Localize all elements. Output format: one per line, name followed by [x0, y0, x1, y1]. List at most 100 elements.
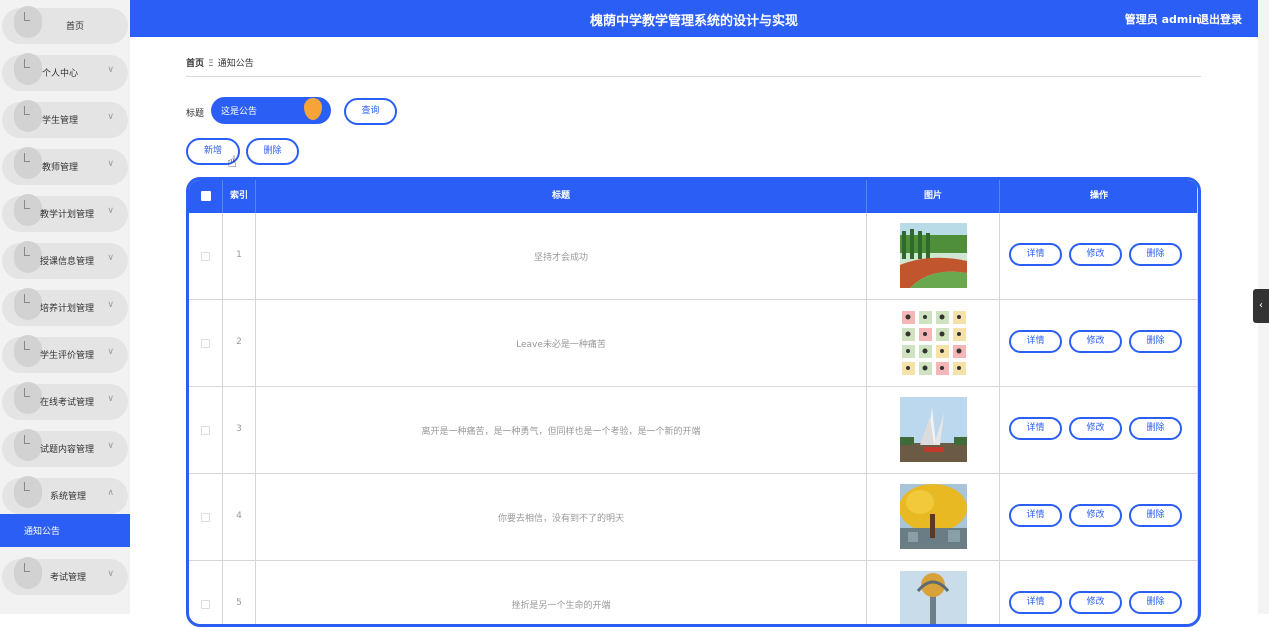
chevron-down-icon: ∨	[107, 394, 114, 404]
breadcrumb-current: 通知公告	[217, 59, 254, 69]
divider	[186, 76, 1201, 77]
search-label: 标题	[186, 109, 205, 119]
batch-delete-button[interactable]: 删除	[246, 138, 299, 165]
menu-icon	[14, 241, 42, 273]
row-index: 2	[236, 337, 242, 347]
menu-icon	[14, 476, 42, 508]
row-checkbox[interactable]	[201, 600, 210, 609]
select-all-checkbox[interactable]	[201, 191, 211, 201]
delete-button[interactable]: 删除	[1129, 243, 1182, 266]
table-row: 3 离开是一种痛苦，是一种勇气，但同样也是一个考验，是一个新的开端 详情 修改 …	[189, 387, 1198, 474]
detail-button[interactable]: 详情	[1009, 417, 1062, 440]
header-divider	[255, 180, 256, 213]
row-index: 1	[236, 250, 242, 260]
delete-button[interactable]: 删除	[1129, 591, 1182, 614]
header-divider	[999, 180, 1000, 213]
row-title: Leave未必是一种痛苦	[516, 340, 606, 350]
icon-grid-image	[900, 310, 967, 375]
sidebar-item-label: 教师管理	[42, 163, 79, 173]
sidebar-item-personal-center[interactable]: 个人中心 ∨	[2, 53, 128, 91]
chevron-up-icon: ∧	[107, 488, 114, 498]
sidebar-item-label: 考试管理	[50, 573, 87, 583]
row-checkbox[interactable]	[201, 252, 210, 261]
edit-button[interactable]: 修改	[1069, 330, 1122, 353]
header-image: 图片	[923, 191, 942, 201]
table-header: 索引 标题 图片 操作	[189, 180, 1198, 213]
chevron-down-icon: ∨	[107, 300, 114, 310]
row-checkbox[interactable]	[201, 339, 210, 348]
user-label: 管理员 admin	[1124, 13, 1200, 26]
menu-icon	[14, 557, 42, 589]
detail-button[interactable]: 详情	[1009, 330, 1062, 353]
menu-icon	[14, 194, 42, 226]
row-title: 坚持才会成功	[533, 253, 588, 263]
edit-button[interactable]: 修改	[1069, 591, 1122, 614]
chevron-down-icon: ∨	[107, 159, 114, 169]
breadcrumb: 首页 Ξ 通知公告	[186, 56, 254, 69]
logout-link[interactable]: 退出登录	[1198, 11, 1242, 27]
running-track-image	[900, 223, 967, 288]
sidebar-item-training-plan[interactable]: 培养计划管理 ∨	[2, 288, 128, 326]
sidebar-item-lecture-info[interactable]: 授课信息管理 ∨	[2, 241, 128, 279]
chevron-down-icon: ∨	[107, 253, 114, 263]
row-title: 挫折是另一个生命的开端	[511, 601, 611, 611]
sidebar-item-label: 学生评价管理	[40, 351, 95, 361]
detail-button[interactable]: 详情	[1009, 591, 1062, 614]
notice-table: 索引 标题 图片 操作 1 坚持才会成功 详情 修改 删除 2 Leave未必是…	[186, 177, 1201, 627]
sidebar-item-exam-management[interactable]: 考试管理 ∨	[2, 557, 128, 595]
edit-button[interactable]: 修改	[1069, 243, 1122, 266]
sidebar-item-label: 首页	[65, 22, 84, 32]
sidebar-subitem-notice[interactable]: 通知公告	[0, 514, 130, 547]
row-index: 3	[236, 424, 242, 434]
sculpture-image	[900, 397, 967, 462]
row-checkbox[interactable]	[201, 513, 210, 522]
sidebar-item-label: 系统管理	[50, 492, 87, 502]
menu-icon	[14, 335, 42, 367]
header-ops: 操作	[1089, 191, 1108, 201]
ginkgo-tree-image	[900, 484, 967, 549]
chevron-down-icon: ∨	[107, 112, 114, 122]
breadcrumb-home[interactable]: 首页	[186, 59, 204, 69]
sidebar-item-label: 授课信息管理	[40, 257, 95, 267]
menu-icon	[14, 100, 42, 132]
breadcrumb-separator: Ξ	[208, 59, 214, 69]
edit-button[interactable]: 修改	[1069, 504, 1122, 527]
sidebar-item-label: 个人中心	[42, 69, 79, 79]
sidebar-item-student-management[interactable]: 学生管理 ∨	[2, 100, 128, 138]
menu-icon	[14, 429, 42, 461]
delete-button[interactable]: 删除	[1129, 330, 1182, 353]
detail-button[interactable]: 详情	[1009, 243, 1062, 266]
row-checkbox[interactable]	[201, 426, 210, 435]
delete-button[interactable]: 删除	[1129, 504, 1182, 527]
detail-button[interactable]: 详情	[1009, 504, 1062, 527]
edit-button[interactable]: 修改	[1069, 417, 1122, 440]
hand-cursor-icon: ☝	[227, 152, 237, 171]
row-title: 离开是一种痛苦，是一种勇气，但同样也是一个考验，是一个新的开端	[421, 427, 701, 437]
sidebar-item-label: 培养计划管理	[40, 304, 95, 314]
sidebar-item-teaching-plan[interactable]: 教学计划管理 ∨	[2, 194, 128, 232]
query-button[interactable]: 查询	[344, 98, 397, 125]
table-row: 2 Leave未必是一种痛苦 详情 修改 删除	[189, 300, 1198, 387]
side-panel-toggle[interactable]: ‹	[1253, 289, 1269, 323]
header-bar: 槐荫中学教学管理系统的设计与实现 管理员 admin 退出登录	[130, 0, 1258, 37]
header-index: 索引	[229, 191, 248, 201]
row-title: 你要去相信，没有到不了的明天	[497, 514, 624, 524]
sidebar-item-question-content[interactable]: 试题内容管理 ∨	[2, 429, 128, 467]
menu-icon	[14, 147, 42, 179]
delete-button[interactable]: 删除	[1129, 417, 1182, 440]
header-divider	[866, 180, 867, 213]
sidebar-item-label: 学生管理	[42, 116, 79, 126]
sidebar-item-online-exam[interactable]: 在线考试管理 ∨	[2, 382, 128, 420]
sidebar-item-label: 在线考试管理	[40, 398, 95, 408]
row-index: 5	[236, 598, 242, 608]
sidebar-item-home[interactable]: 首页	[2, 6, 128, 44]
sidebar-subitem-label: 通知公告	[24, 527, 61, 537]
menu-icon	[14, 6, 42, 38]
sidebar-item-student-evaluation[interactable]: 学生评价管理 ∨	[2, 335, 128, 373]
sidebar-item-system-management[interactable]: 系统管理 ∧	[2, 476, 128, 514]
menu-icon	[14, 382, 42, 414]
table-row: 1 坚持才会成功 详情 修改 删除	[189, 213, 1198, 300]
table-row: 5 挫折是另一个生命的开端 详情 修改 删除	[189, 561, 1198, 624]
table-row: 4 你要去相信，没有到不了的明天 详情 修改 删除	[189, 474, 1198, 561]
sidebar-item-teacher-management[interactable]: 教师管理 ∨	[2, 147, 128, 185]
